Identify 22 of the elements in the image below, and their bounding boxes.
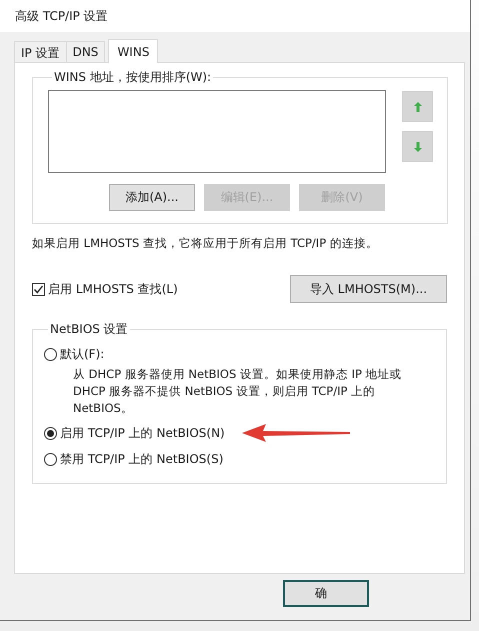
ok-button[interactable]: 确: [283, 580, 369, 606]
window-title: 高级 TCP/IP 设置: [15, 8, 108, 24]
checkbox[interactable]: [32, 282, 45, 296]
list-button[interactable]: 添加(A)...: [109, 184, 195, 211]
tab[interactable]: IP 设置: [14, 41, 67, 62]
tab[interactable]: DNS: [66, 41, 106, 62]
group-title: NetBIOS 设置: [49, 321, 129, 338]
radio-label: 启用 TCP/IP 上的 NetBIOS(N): [60, 424, 225, 442]
radio-label: 禁用 TCP/IP 上的 NetBIOS(S): [60, 450, 224, 468]
radio-button[interactable]: [44, 348, 57, 360]
radio-button[interactable]: [44, 426, 57, 440]
arrow-down-icon: [412, 140, 422, 152]
address-list[interactable]: [48, 90, 386, 173]
radio-label: 默认(F):: [60, 346, 104, 362]
tab[interactable]: WINS: [108, 39, 158, 63]
arrow-up-icon: [412, 100, 422, 112]
radio-button[interactable]: [44, 452, 57, 466]
group-title: WINS 地址，按使用排序(W):: [53, 69, 212, 86]
checkbox-label: 启用 LMHOSTS 查找(L): [48, 280, 178, 298]
import-button[interactable]: 导入 LMHOSTS(M)...: [290, 275, 447, 303]
option-description: 从 DHCP 服务器使用 NetBIOS 设置。如果使用静态 IP 地址或 DHCP 服务器不提供 NetBIOS 设置，则启用 TCP/IP 上的 NetBIOS。: [73, 366, 403, 417]
info-text: 如果启用 LMHOSTS 查找，它将应用于所有启用 TCP/IP 的连接。: [32, 236, 379, 251]
